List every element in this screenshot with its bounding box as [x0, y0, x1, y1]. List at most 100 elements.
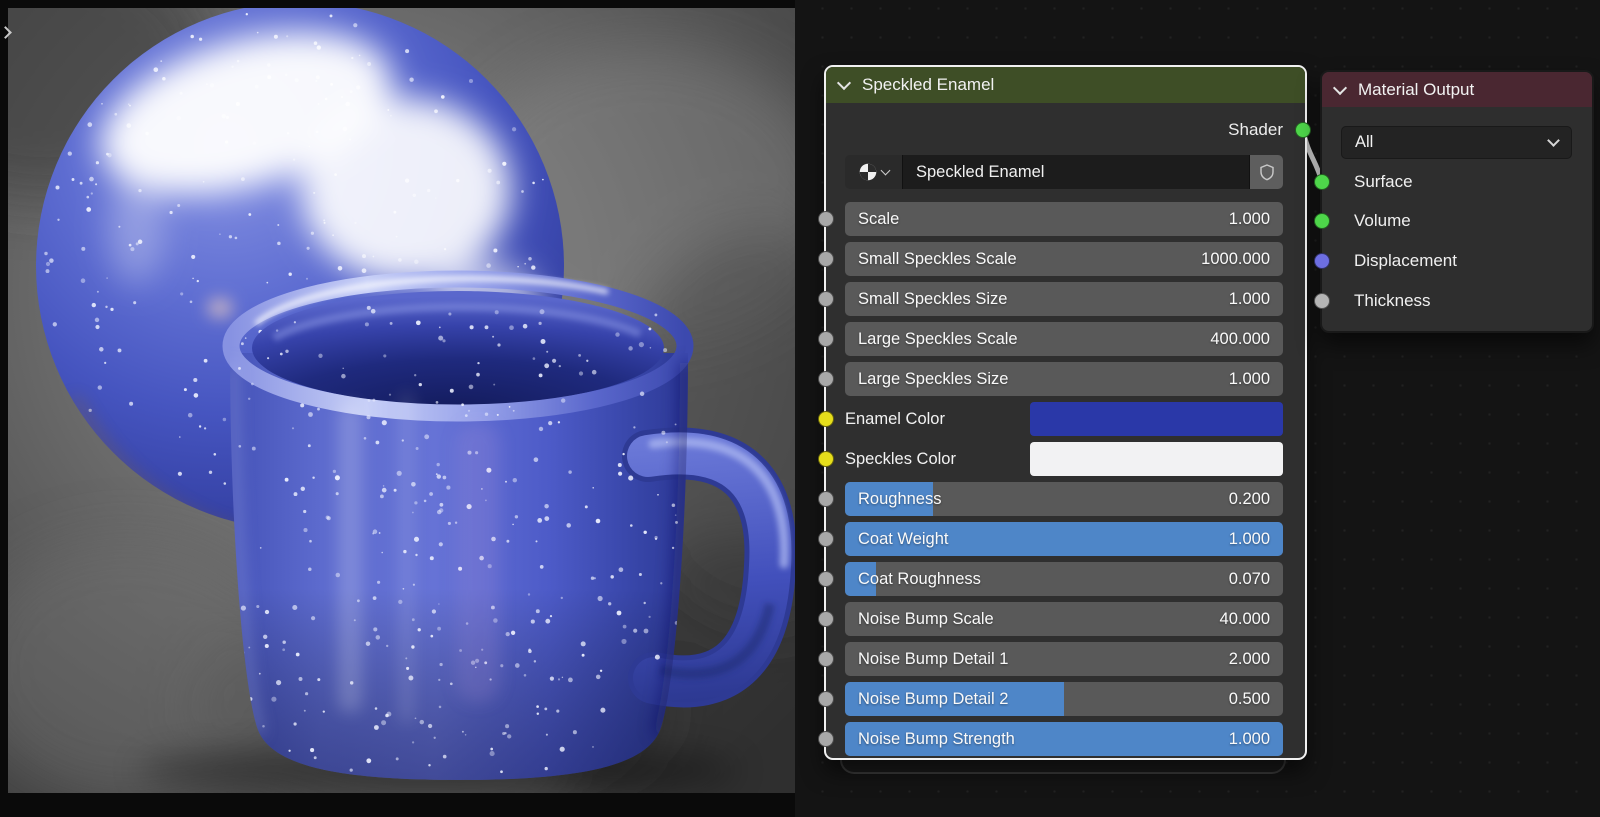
param-label: Enamel Color — [845, 402, 945, 436]
input-socket-large-speckles-scale[interactable] — [818, 331, 834, 347]
input-row-displacement: Displacement — [1322, 244, 1592, 278]
input-socket-volume[interactable] — [1314, 213, 1330, 229]
param-label: Speckles Color — [845, 442, 956, 476]
number-field-large-speckles-size[interactable]: Large Speckles Size 1.000 — [845, 362, 1283, 396]
node-header-material-output[interactable]: Material Output — [1322, 72, 1592, 107]
param-value: 1.000 — [1229, 362, 1270, 396]
node-title: Material Output — [1358, 80, 1474, 100]
param-row-noise-bump-detail-2[interactable]: Noise Bump Detail 2 0.500 — [826, 682, 1305, 716]
param-row-noise-bump-scale[interactable]: Noise Bump Scale 40.000 — [826, 602, 1305, 636]
input-label: Volume — [1354, 204, 1411, 238]
input-socket-enamel-color[interactable] — [818, 411, 834, 427]
shader-output-label: Shader — [1228, 113, 1283, 147]
input-socket-large-speckles-size[interactable] — [818, 371, 834, 387]
number-field-scale[interactable]: Scale1.000 — [845, 202, 1283, 236]
param-label: Noise Bump Strength — [858, 722, 1015, 756]
slider-noise-bump-strength[interactable]: Noise Bump Strength 1.000 — [845, 722, 1283, 756]
param-row-large-speckles-scale[interactable]: Large Speckles Scale400.000 — [826, 322, 1305, 356]
param-label: Scale — [858, 202, 899, 236]
node-speckled-enamel[interactable]: Speckled Enamel Shader Speckled Enamel S… — [824, 65, 1307, 760]
input-label: Thickness — [1354, 284, 1431, 318]
number-field-noise-bump-scale[interactable]: Noise Bump Scale 40.000 — [845, 602, 1283, 636]
param-label: Small Speckles Scale — [858, 242, 1017, 276]
input-row-volume: Volume — [1322, 204, 1592, 238]
output-target-dropdown[interactable]: All — [1341, 126, 1572, 159]
param-label: Large Speckles Size — [858, 362, 1008, 396]
param-value: 1000.000 — [1201, 242, 1270, 276]
chevron-down-icon — [1547, 134, 1560, 147]
param-row-roughness[interactable]: Roughness 0.200 — [826, 482, 1305, 516]
param-value: 1.000 — [1229, 282, 1270, 316]
param-row-small-speckles-scale[interactable]: Small Speckles Scale 1000.000 — [826, 242, 1305, 276]
param-row-coat-weight[interactable]: Coat Weight 1.000 — [826, 522, 1305, 556]
param-label: Coat Weight — [858, 522, 949, 556]
slider-coat-roughness[interactable]: Coat Roughness 0.070 — [845, 562, 1283, 596]
node-title: Speckled Enamel — [862, 75, 994, 95]
node-behind-edge — [840, 758, 1286, 774]
node-material-output[interactable]: Material Output All Surface Volume Displac… — [1320, 70, 1594, 333]
color-swatch-speckles-color[interactable] — [1030, 442, 1283, 476]
color-swatch-enamel-color[interactable] — [1030, 402, 1283, 436]
param-value: 1.000 — [1229, 522, 1270, 556]
param-value: 0.500 — [1229, 682, 1270, 716]
input-label: Displacement — [1354, 244, 1457, 278]
param-label: Large Speckles Scale — [858, 322, 1018, 356]
slider-noise-bump-detail-2[interactable]: Noise Bump Detail 2 0.500 — [845, 682, 1283, 716]
number-field-small-speckles-scale[interactable]: Small Speckles Scale 1000.000 — [845, 242, 1283, 276]
param-label: Small Speckles Size — [858, 282, 1007, 316]
input-socket-speckles-color[interactable] — [818, 451, 834, 467]
input-row-surface: Surface — [1322, 165, 1592, 199]
input-socket-scale[interactable] — [818, 211, 834, 227]
param-value: 1.000 — [1229, 722, 1270, 756]
nodegroup-selector-row: Speckled Enamel — [845, 155, 1283, 189]
slider-coat-weight[interactable]: Coat Weight 1.000 — [845, 522, 1283, 556]
input-socket-displacement[interactable] — [1314, 253, 1330, 269]
param-value: 40.000 — [1220, 602, 1270, 636]
param-row-large-speckles-size[interactable]: Large Speckles Size 1.000 — [826, 362, 1305, 396]
number-field-small-speckles-size[interactable]: Small Speckles Size 1.000 — [845, 282, 1283, 316]
node-header-speckled-enamel[interactable]: Speckled Enamel — [826, 67, 1305, 103]
number-field-noise-bump-detail-1[interactable]: Noise Bump Detail 1 2.000 — [845, 642, 1283, 676]
param-row-small-speckles-size[interactable]: Small Speckles Size 1.000 — [826, 282, 1305, 316]
nodegroup-browse-button[interactable] — [845, 155, 902, 189]
param-value: 0.070 — [1229, 562, 1270, 596]
input-socket-surface[interactable] — [1314, 174, 1330, 190]
shield-icon — [1257, 162, 1277, 183]
collapse-chevron-icon[interactable] — [837, 76, 851, 90]
param-row-noise-bump-strength[interactable]: Noise Bump Strength 1.000 — [826, 722, 1305, 756]
fake-user-shield-button[interactable] — [1250, 155, 1283, 189]
input-socket-coat-roughness[interactable] — [818, 571, 834, 587]
slider-roughness[interactable]: Roughness 0.200 — [845, 482, 1283, 516]
input-socket-noise-bump-detail-1[interactable] — [818, 651, 834, 667]
input-socket-roughness[interactable] — [818, 491, 834, 507]
output-socket-shader[interactable] — [1295, 122, 1311, 138]
material-nodetree-icon — [858, 162, 878, 182]
render-image — [8, 8, 795, 793]
input-row-thickness: Thickness — [1322, 284, 1592, 318]
param-label: Noise Bump Detail 1 — [858, 642, 1008, 676]
param-row-speckles-color[interactable]: Speckles Color — [826, 442, 1305, 476]
number-field-large-speckles-scale[interactable]: Large Speckles Scale400.000 — [845, 322, 1283, 356]
param-value: 2.000 — [1229, 642, 1270, 676]
render-preview-3d-viewport[interactable] — [8, 8, 795, 793]
nodegroup-name-field[interactable]: Speckled Enamel — [902, 155, 1250, 189]
input-socket-coat-weight[interactable] — [818, 531, 834, 547]
param-label: Noise Bump Detail 2 — [858, 682, 1008, 716]
param-label: Roughness — [858, 482, 941, 516]
param-row-scale[interactable]: Scale1.000 — [826, 202, 1305, 236]
param-row-noise-bump-detail-1[interactable]: Noise Bump Detail 1 2.000 — [826, 642, 1305, 676]
input-socket-noise-bump-scale[interactable] — [818, 611, 834, 627]
input-socket-small-speckles-scale[interactable] — [818, 251, 834, 267]
input-label: Surface — [1354, 165, 1413, 199]
param-row-enamel-color[interactable]: Enamel Color — [826, 402, 1305, 436]
input-socket-small-speckles-size[interactable] — [818, 291, 834, 307]
param-label: Noise Bump Scale — [858, 602, 994, 636]
input-socket-noise-bump-strength[interactable] — [818, 731, 834, 747]
chevron-down-icon — [881, 166, 891, 176]
collapse-chevron-icon[interactable] — [1333, 80, 1347, 94]
param-label: Coat Roughness — [858, 562, 981, 596]
input-socket-noise-bump-detail-2[interactable] — [818, 691, 834, 707]
param-value: 0.200 — [1229, 482, 1270, 516]
param-row-coat-roughness[interactable]: Coat Roughness 0.070 — [826, 562, 1305, 596]
input-socket-thickness[interactable] — [1314, 293, 1330, 309]
